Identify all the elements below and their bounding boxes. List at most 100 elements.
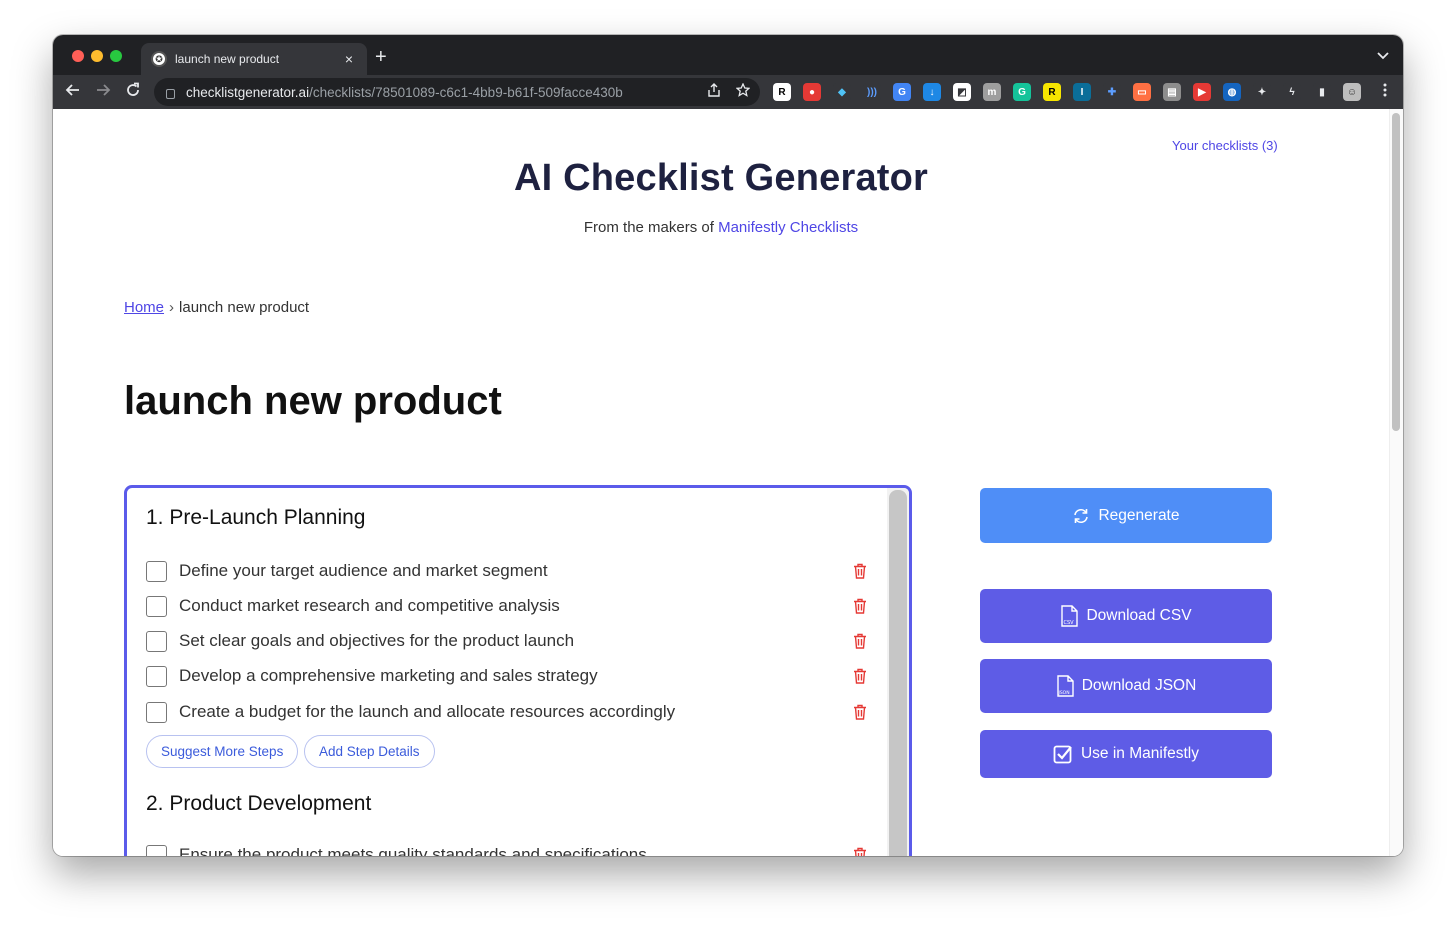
maximize-window-button[interactable]: [110, 50, 122, 62]
use-in-manifestly-label: Use in Manifestly: [1080, 745, 1199, 762]
address-bar[interactable]: checklistgenerator.ai /checklists/785010…: [154, 78, 760, 106]
trash-icon[interactable]: [853, 563, 867, 579]
checklist-panel: 1. Pre-Launch Planning Define your targe…: [124, 485, 912, 856]
manifestly-checklists-link[interactable]: Manifestly Checklists: [718, 219, 858, 236]
suggest-more-steps-button[interactable]: Suggest More Steps: [146, 735, 299, 768]
trash-icon[interactable]: [853, 847, 867, 856]
page-viewport: Your checklists (3) AI Checklist Generat…: [53, 109, 1403, 856]
extension-icon[interactable]: I: [1073, 83, 1091, 101]
extension-icon[interactable]: ◩: [953, 83, 971, 101]
site-subtitle: From the makers of Manifestly Checklists: [53, 219, 1389, 236]
step-checkbox[interactable]: [146, 665, 167, 687]
step-checkbox[interactable]: [146, 595, 167, 617]
extension-icon[interactable]: G: [1013, 83, 1031, 101]
your-checklists-link[interactable]: Your checklists (3): [1172, 138, 1278, 153]
svg-text:JSON: JSON: [1057, 690, 1069, 696]
step-checkbox[interactable]: [146, 701, 167, 723]
page-scrollbar[interactable]: [1389, 109, 1403, 856]
step-text: Define your target audience and market s…: [179, 561, 548, 580]
tab-favicon-icon: ✪: [151, 51, 167, 67]
tab-title: launch new product: [175, 52, 280, 66]
lock-icon: [166, 89, 175, 99]
section-title: 1. Pre-Launch Planning: [146, 506, 366, 529]
trash-icon[interactable]: [853, 598, 867, 614]
extension-icon[interactable]: ✚: [1103, 83, 1121, 101]
add-step-details-button[interactable]: Add Step Details: [304, 735, 435, 768]
active-tab[interactable]: ✪ launch new product ×: [141, 43, 367, 75]
extension-icon[interactable]: ☺: [1343, 83, 1361, 101]
download-csv-button[interactable]: CSV Download CSV: [980, 589, 1272, 643]
subtitle-prefix: From the makers of: [583, 219, 719, 236]
checklist-step: Conduct market research and competitive …: [146, 594, 560, 618]
step-checkbox[interactable]: [146, 630, 167, 652]
bookmark-star-icon[interactable]: [735, 82, 751, 100]
page-scrollbar-thumb[interactable]: [1392, 113, 1400, 431]
csv-file-icon: CSV: [1060, 605, 1079, 627]
extension-icon[interactable]: ▶: [1193, 83, 1211, 101]
breadcrumb-separator: ›: [169, 299, 175, 316]
close-window-button[interactable]: [72, 50, 84, 62]
browser-toolbar: checklistgenerator.ai /checklists/785010…: [53, 75, 1403, 109]
extension-icon[interactable]: ))): [863, 83, 881, 101]
extension-icon[interactable]: ▭: [1133, 83, 1151, 101]
checklist-step: Create a budget for the launch and alloc…: [146, 700, 675, 724]
extension-icon[interactable]: ◍: [1223, 83, 1241, 101]
step-text: Develop a comprehensive marketing and sa…: [179, 666, 598, 685]
extension-icon[interactable]: ✦: [1253, 83, 1271, 101]
minimize-window-button[interactable]: [91, 50, 103, 62]
tab-bar: ✪ launch new product × +: [53, 35, 1403, 75]
trash-icon[interactable]: [853, 668, 867, 684]
checklist-step: Set clear goals and objectives for the p…: [146, 629, 574, 653]
new-tab-button[interactable]: +: [375, 47, 387, 67]
step-text: Create a budget for the launch and alloc…: [179, 702, 676, 721]
browser-window: ✪ launch new product × + checklistgenera…: [53, 35, 1403, 856]
svg-text:CSV: CSV: [1064, 620, 1075, 626]
use-in-manifestly-button[interactable]: Use in Manifestly: [980, 730, 1272, 778]
back-icon[interactable]: [63, 82, 83, 103]
step-text: Conduct market research and competitive …: [179, 596, 560, 615]
checklist-scrollbar-thumb[interactable]: [889, 490, 907, 856]
checkbox-checked-icon: [1053, 744, 1073, 764]
trash-icon[interactable]: [853, 633, 867, 649]
regenerate-label: Regenerate: [1098, 506, 1180, 524]
extension-icon[interactable]: ●: [803, 83, 821, 101]
browser-menu-icon[interactable]: [1383, 83, 1387, 100]
extension-icon[interactable]: ▤: [1163, 83, 1181, 101]
section-title: 2. Product Development: [146, 792, 372, 815]
extensions-bar: R ● ◆))) G ↓ ◩ m G R I ✚ ▭ ▤ ▶ ◍ ✦ ϟ ▮ ☺: [773, 83, 1361, 101]
step-text: Ensure the product meets quality standar…: [179, 845, 647, 856]
forward-icon[interactable]: [93, 82, 113, 103]
download-json-button[interactable]: JSON Download JSON: [980, 659, 1272, 713]
checklist-scrollbar[interactable]: [887, 488, 909, 856]
breadcrumb-home-link[interactable]: Home: [124, 299, 164, 316]
url-host: checklistgenerator.ai: [186, 84, 310, 100]
refresh-icon: [1072, 507, 1090, 525]
site-title: AI Checklist Generator: [513, 157, 929, 199]
checklist-step: Develop a comprehensive marketing and sa…: [146, 664, 598, 688]
tab-search-icon[interactable]: [1377, 49, 1389, 63]
breadcrumb: Home › launch new product: [124, 299, 309, 316]
extension-icon[interactable]: ◆: [833, 83, 851, 101]
step-text: Set clear goals and objectives for the p…: [179, 631, 575, 650]
breadcrumb-current: launch new product: [179, 299, 310, 316]
checklist-step: Define your target audience and market s…: [146, 559, 548, 583]
extension-icon[interactable]: ↓: [923, 83, 941, 101]
share-icon[interactable]: [708, 83, 720, 100]
page-title: launch new product: [124, 379, 502, 423]
extension-icon[interactable]: m: [983, 83, 1001, 101]
reload-icon[interactable]: [123, 82, 143, 103]
json-file-icon: JSON: [1056, 675, 1074, 697]
step-checkbox[interactable]: [146, 560, 167, 582]
url-path: /checklists/78501089-c6c1-4bb9-b61f-509f…: [309, 84, 623, 100]
extension-icon[interactable]: ▮: [1313, 83, 1331, 101]
step-checkbox[interactable]: [146, 844, 167, 856]
extension-icon[interactable]: G: [893, 83, 911, 101]
trash-icon[interactable]: [853, 704, 867, 720]
regenerate-button[interactable]: Regenerate: [980, 488, 1272, 543]
close-tab-icon[interactable]: ×: [341, 51, 357, 67]
extension-icon[interactable]: ϟ: [1283, 83, 1301, 101]
checklist-step: Ensure the product meets quality standar…: [146, 843, 647, 856]
extension-icon[interactable]: R: [773, 83, 791, 101]
download-csv-label: Download CSV: [1086, 607, 1192, 624]
extension-icon[interactable]: R: [1043, 83, 1061, 101]
